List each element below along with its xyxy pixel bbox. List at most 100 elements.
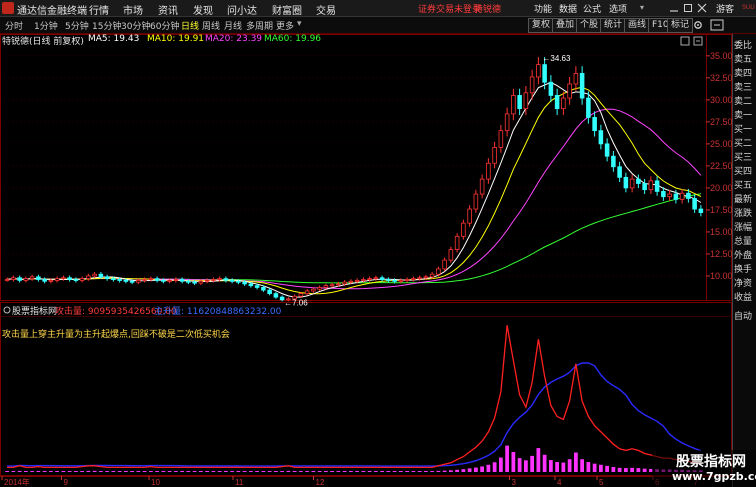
volume-bar <box>530 455 534 472</box>
kline-chart[interactable]: 35.00 32.50 30.00 27.50 25.00 22.50 20.00 17.50… <box>0 0 756 487</box>
volume-bar <box>517 458 522 472</box>
volume-bar <box>11 471 16 472</box>
candle-body <box>11 277 16 280</box>
candle-body <box>192 281 197 284</box>
low-annotation: ←7.06 <box>284 298 308 307</box>
ma60-line <box>7 193 701 284</box>
volume-bar <box>392 471 397 472</box>
volume-bar <box>349 471 353 472</box>
candle-body <box>204 279 210 282</box>
candle-body <box>298 293 304 297</box>
indicator-name[interactable]: 股票指标网 <box>12 304 57 317</box>
candle-body <box>511 95 516 115</box>
quote-field-15: 外盘 <box>734 251 753 261</box>
volume-bar <box>249 471 253 472</box>
price-tick-label: 27.50 <box>710 117 733 127</box>
volume-bar <box>111 471 116 472</box>
price-tick-label: 32.50 <box>710 73 733 83</box>
volume-bar <box>642 468 647 472</box>
volume-bar <box>49 471 53 472</box>
main-settings-icon[interactable] <box>693 36 703 46</box>
quote-field-1: 卖五 <box>734 55 753 65</box>
candle-body <box>148 278 154 281</box>
candle-body <box>323 285 329 288</box>
candle-body <box>429 273 435 278</box>
candle-body <box>117 279 122 281</box>
volume-bar <box>411 471 416 472</box>
volume-bar <box>17 470 22 472</box>
candle-body <box>211 279 216 281</box>
ma5-line <box>7 81 702 298</box>
candle-body <box>136 279 141 283</box>
candle-body <box>42 279 47 282</box>
candle-body <box>561 97 566 110</box>
quote-field-17: 净资 <box>734 279 753 289</box>
volume-bar <box>55 471 59 472</box>
volume-bar <box>599 464 603 472</box>
volume-bar <box>230 471 234 472</box>
candle-body <box>698 208 704 213</box>
candle-body <box>673 193 679 200</box>
volume-bar <box>99 471 103 472</box>
volume-bar <box>261 471 266 472</box>
quote-field-14: 总量 <box>734 237 753 247</box>
candle-body <box>692 198 697 210</box>
candle-body <box>611 155 616 168</box>
quote-field-12: 涨跌 <box>734 209 753 219</box>
volume-bar <box>486 464 491 472</box>
price-tick-label: 22.50 <box>710 161 733 171</box>
candle-body <box>398 279 404 282</box>
quote-field-7: 买二 <box>734 139 753 149</box>
candle-body <box>567 83 572 99</box>
volume-bar <box>186 471 191 472</box>
volume-bar <box>92 470 97 472</box>
candle-body <box>504 113 510 132</box>
candle-body <box>236 280 241 283</box>
volume-bar <box>380 471 384 472</box>
quote-field-10: 买五 <box>734 181 753 191</box>
candle-body <box>642 183 647 191</box>
volume-bar <box>636 468 641 472</box>
volume-bar <box>580 459 584 472</box>
candle-body <box>198 280 204 284</box>
candle-body <box>29 276 35 280</box>
quote-field-2: 卖四 <box>734 69 753 79</box>
time-tick-label: 12 <box>316 478 325 487</box>
volume-bar <box>536 448 541 472</box>
volume-bar <box>130 471 134 472</box>
candle-body <box>386 279 391 281</box>
volume-bar <box>386 471 391 472</box>
candle-body <box>179 279 185 282</box>
volume-bar <box>586 461 591 472</box>
volume-bar <box>236 471 241 472</box>
quote-field-6: 买一 <box>734 125 753 135</box>
candle-body <box>23 278 29 281</box>
time-tick-label: 4 <box>557 478 562 487</box>
candle-body <box>654 180 660 192</box>
candle-body <box>467 208 472 224</box>
volume-bar <box>86 470 91 472</box>
candle-body <box>161 279 166 282</box>
candle-body <box>373 277 379 280</box>
ma5-label: MA5: 19.43 <box>88 34 140 44</box>
quote-field-8: 买三 <box>734 153 753 163</box>
volume-bar <box>342 471 347 472</box>
volume-bar <box>592 463 597 472</box>
collapse-icon[interactable] <box>680 36 690 46</box>
candle-body <box>492 146 497 164</box>
candle-body <box>411 278 416 281</box>
candle-body <box>111 278 116 281</box>
volume-bar <box>549 460 553 472</box>
high-annotation: ←34.63 <box>542 54 571 63</box>
volume-bar <box>299 471 303 472</box>
candle-body <box>529 76 535 94</box>
volume-bar <box>561 462 566 472</box>
candle-body <box>336 283 341 286</box>
candle-body <box>423 276 429 279</box>
price-tick-label: 10.00 <box>710 271 733 281</box>
candle-body <box>486 162 491 180</box>
auto-label[interactable]: 自动 <box>734 309 752 322</box>
indicator-settings-icon[interactable] <box>3 306 11 314</box>
quote-field-16: 换手 <box>734 265 753 275</box>
candle-body <box>342 281 347 285</box>
